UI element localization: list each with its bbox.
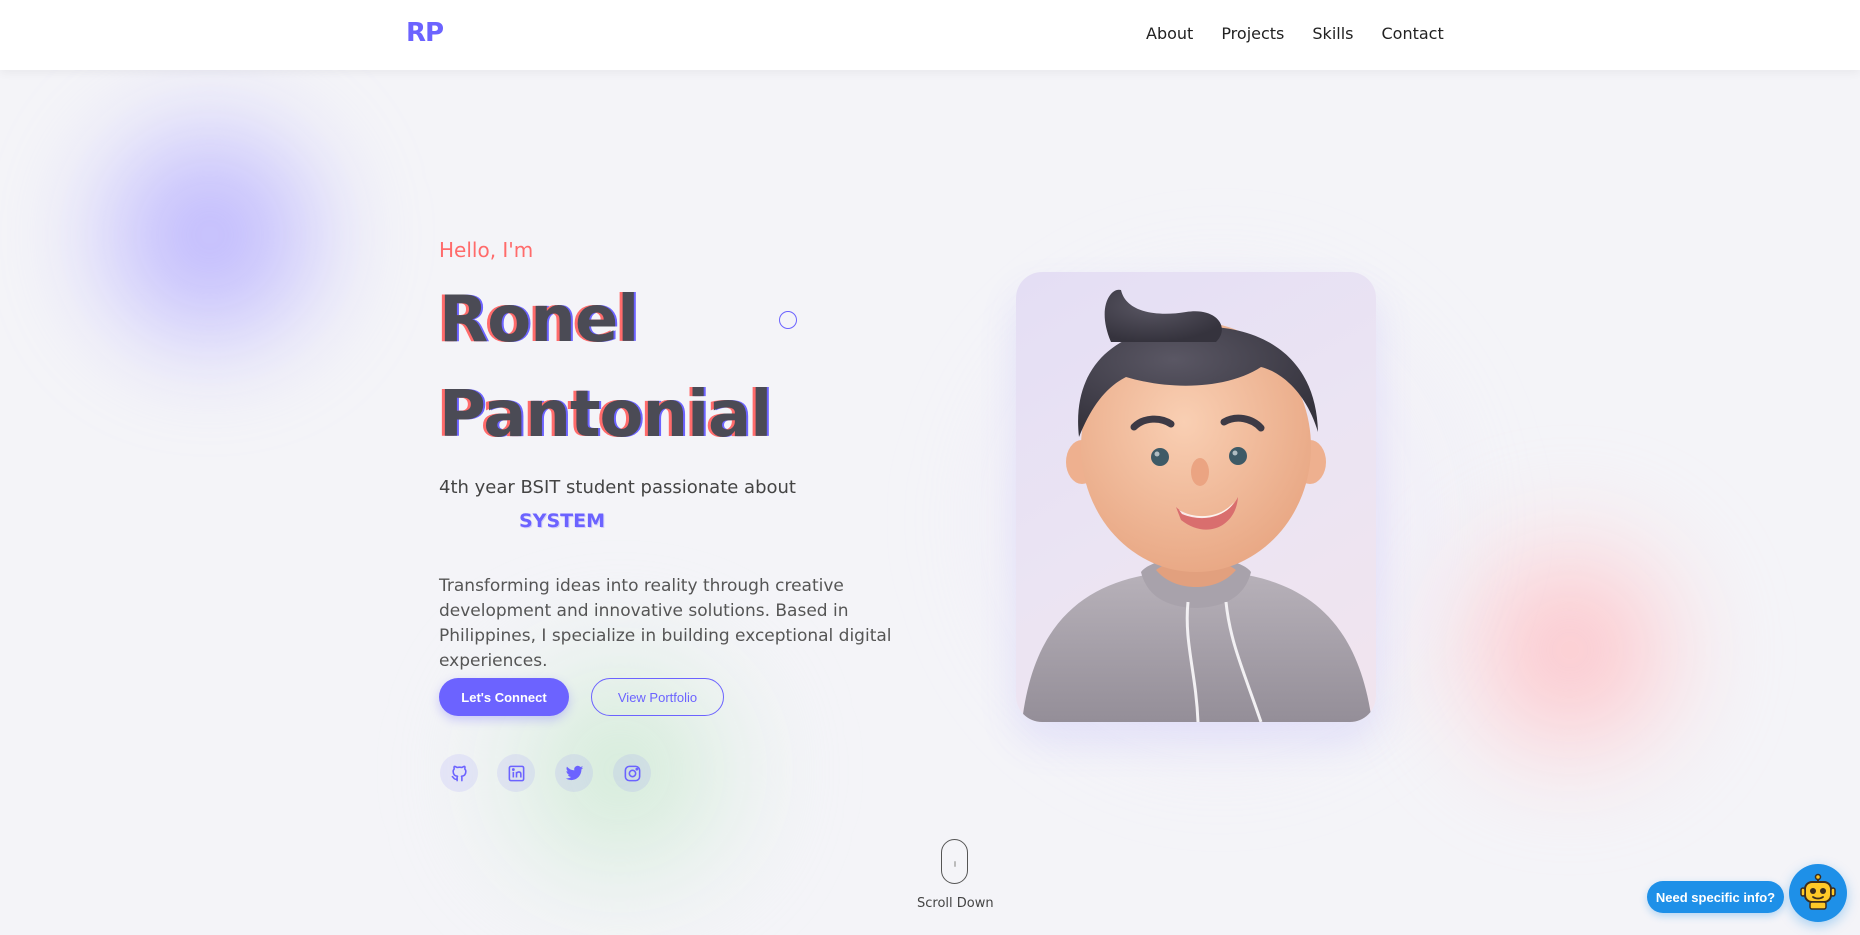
hero-name-first: Ronel [439, 283, 639, 357]
main-nav: About Projects Skills Contact [1146, 24, 1472, 43]
instagram-link[interactable] [613, 754, 651, 792]
robot-icon [1800, 873, 1836, 910]
twitter-icon [565, 765, 583, 780]
hero-name-last: Pantonial [439, 378, 772, 452]
twitter-link[interactable] [555, 754, 593, 792]
nav-link-about[interactable]: About [1146, 24, 1193, 43]
github-icon [451, 765, 467, 781]
hero-greeting: Hello, I'm [439, 238, 534, 262]
nav-link-skills[interactable]: Skills [1312, 24, 1353, 43]
github-link[interactable] [440, 754, 478, 792]
nav-link-projects[interactable]: Projects [1221, 24, 1284, 43]
chatbot-launcher[interactable] [1789, 864, 1847, 922]
logo[interactable]: RP [406, 18, 444, 48]
instagram-icon [624, 765, 640, 781]
lets-connect-button[interactable]: Let's Connect [439, 678, 569, 716]
scroll-down-label[interactable]: Scroll Down [917, 896, 994, 911]
site-header: RP About Projects Skills Contact [0, 0, 1860, 70]
scroll-mouse-icon[interactable] [941, 839, 968, 884]
typing-text: SYSTEM [519, 510, 605, 532]
linkedin-icon [508, 765, 524, 781]
chat-prompt-button[interactable]: Need specific info? [1647, 881, 1784, 913]
hero-intro: Transforming ideas into reality through … [439, 576, 892, 671]
hero-tagline: 4th year BSIT student passionate about [439, 477, 796, 498]
linkedin-link[interactable] [497, 754, 535, 792]
background-blob-purple [60, 90, 360, 380]
avatar-illustration [1022, 289, 1372, 722]
custom-cursor [779, 311, 797, 329]
nav-link-contact[interactable]: Contact [1381, 24, 1443, 43]
view-portfolio-button[interactable]: View Portfolio [591, 678, 724, 716]
avatar-card [1016, 272, 1376, 722]
